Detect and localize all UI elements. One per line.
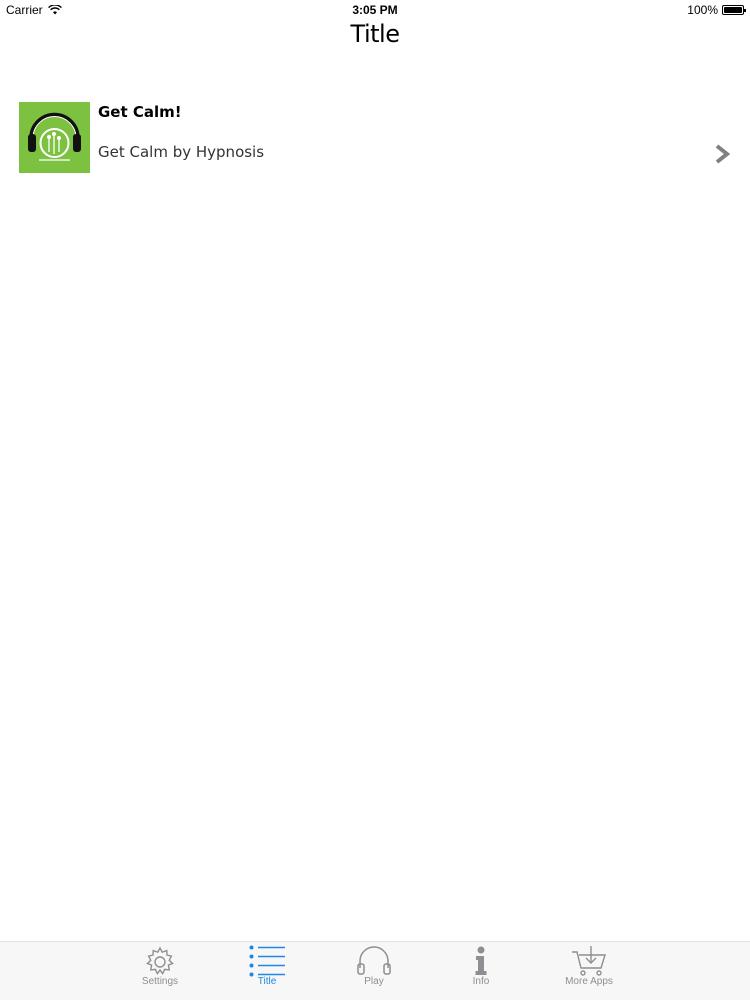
item-subtitle: Get Calm by Hypnosis [98,143,265,161]
tab-info[interactable]: Info [441,942,521,1000]
battery-icon [722,5,746,15]
title-list: Get Calm! Get Calm by Hypnosis [0,97,750,177]
chevron-right-icon [715,144,731,164]
album-artwork [19,102,90,173]
tab-label: Play [364,976,384,987]
cart-icon [572,946,606,976]
battery-percent: 100% [687,3,718,17]
tab-label: Info [472,976,490,987]
headphones-icon [357,946,391,975]
info-icon [475,946,487,975]
list-icon [249,945,285,977]
status-right: 100% [687,3,746,17]
tab-settings[interactable]: Settings [120,942,200,1000]
navigation-bar: Title [0,20,750,56]
headphones-artwork-icon [19,102,90,173]
tab-label: Title [257,976,277,987]
tab-bar: Settings Title Play Info More Apps [0,941,750,1000]
tab-label: Settings [141,976,179,987]
screen: Carrier 3:05 PM 100% Title Get Calm! Get… [0,0,750,1000]
status-bar: Carrier 3:05 PM 100% [0,0,750,20]
list-item[interactable]: Get Calm! Get Calm by Hypnosis [0,97,750,177]
tab-title[interactable]: Title [227,942,307,1000]
tab-play[interactable]: Play [334,942,414,1000]
status-time: 3:05 PM [352,3,398,17]
battery-fill [724,7,742,13]
item-title: Get Calm! [98,103,182,121]
tab-label: More Apps [565,976,613,987]
gear-icon [146,946,174,975]
page-title: Title [350,20,400,48]
tab-more-apps[interactable]: More Apps [549,942,629,1000]
